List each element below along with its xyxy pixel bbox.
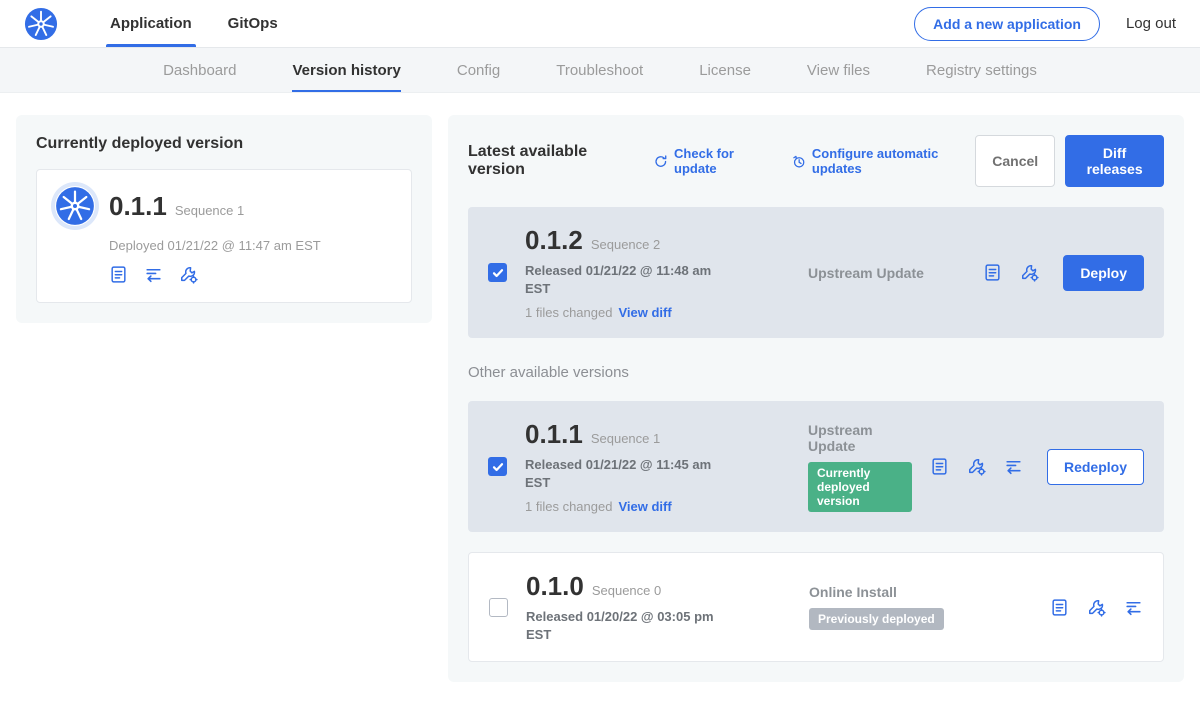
version-row-0-1-1: 0.1.1 Sequence 1 Released 01/21/22 @ 11:… — [468, 401, 1164, 532]
files-changed-label: 1 files changed — [525, 499, 612, 514]
tab-gitops-label: GitOps — [228, 15, 278, 32]
version-source-label: Upstream Update — [808, 265, 965, 281]
edit-config-icon[interactable] — [179, 265, 198, 284]
subnav-label-config: Config — [457, 62, 500, 79]
configure-automatic-updates-link[interactable]: Configure automatic updates — [792, 146, 975, 176]
kubernetes-version-icon — [55, 186, 95, 226]
check-icon — [492, 267, 504, 279]
version-row-0-1-0: 0.1.0 Sequence 0 Released 01/20/22 @ 03:… — [468, 552, 1164, 662]
view-diff-link[interactable]: View diff — [618, 499, 671, 514]
subnav-item-version-history[interactable]: Version history — [292, 48, 400, 92]
version-source-label: Upstream Update — [808, 422, 912, 454]
release-notes-icon[interactable] — [983, 263, 1002, 282]
version-number: 0.1.1 — [525, 419, 583, 450]
view-diff-icon[interactable] — [144, 265, 163, 284]
configure-automatic-updates-label: Configure automatic updates — [812, 146, 975, 176]
other-versions-title: Other available versions — [468, 364, 1164, 381]
deploy-button[interactable]: Deploy — [1063, 255, 1144, 291]
sequence-label: Sequence 0 — [592, 583, 661, 598]
subnav-label-view-files: View files — [807, 62, 870, 79]
subnav-item-view-files[interactable]: View files — [807, 48, 870, 92]
top-navbar: Application GitOps Add a new application… — [0, 0, 1200, 48]
version-checkbox-0-1-2[interactable] — [488, 263, 507, 282]
check-icon — [492, 461, 504, 473]
edit-config-icon[interactable] — [1020, 263, 1039, 282]
release-notes-icon[interactable] — [1050, 598, 1069, 617]
sequence-label: Sequence 1 — [591, 431, 660, 446]
subnav-label-license: License — [699, 62, 751, 79]
deployed-version-card: 0.1.1 Sequence 1 Deployed 01/21/22 @ 11:… — [36, 169, 412, 303]
latest-version-panel: Latest available version Check for updat… — [448, 115, 1184, 682]
diff-releases-button[interactable]: Diff releases — [1065, 135, 1164, 187]
released-timestamp: Released 01/21/22 @ 11:45 am EST — [525, 456, 720, 491]
latest-version-title: Latest available version — [468, 143, 632, 179]
edit-config-icon[interactable] — [1087, 598, 1106, 617]
view-diff-icon[interactable] — [1124, 598, 1143, 617]
version-checkbox-0-1-1[interactable] — [488, 457, 507, 476]
subnav-item-dashboard[interactable]: Dashboard — [163, 48, 236, 92]
subnav-label-dashboard: Dashboard — [163, 62, 236, 79]
check-for-update-label: Check for update — [674, 146, 770, 176]
add-new-application-button[interactable]: Add a new application — [914, 7, 1100, 41]
view-diff-link[interactable]: View diff — [618, 305, 671, 320]
subnav: Dashboard Version history Config Trouble… — [0, 48, 1200, 93]
released-timestamp: Released 01/21/22 @ 11:48 am EST — [525, 262, 720, 297]
currently-deployed-badge: Currently deployed version — [808, 462, 912, 512]
deployed-sequence-label: Sequence 1 — [175, 203, 244, 218]
release-notes-icon[interactable] — [109, 265, 128, 284]
sequence-label: Sequence 2 — [591, 237, 660, 252]
release-notes-icon[interactable] — [930, 457, 949, 476]
tab-gitops[interactable]: GitOps — [210, 0, 296, 47]
tab-application-label: Application — [110, 15, 192, 32]
subnav-item-troubleshoot[interactable]: Troubleshoot — [556, 48, 643, 92]
app-logo — [24, 0, 58, 47]
subnav-label-troubleshoot: Troubleshoot — [556, 62, 643, 79]
edit-config-icon[interactable] — [967, 457, 986, 476]
view-diff-icon[interactable] — [1004, 457, 1023, 476]
subnav-label-registry-settings: Registry settings — [926, 62, 1037, 79]
deployed-version-number: 0.1.1 — [109, 191, 167, 222]
check-for-update-link[interactable]: Check for update — [654, 146, 770, 176]
version-checkbox-0-1-0[interactable] — [489, 598, 508, 617]
subnav-item-config[interactable]: Config — [457, 48, 500, 92]
released-timestamp: Released 01/20/22 @ 03:05 pm EST — [526, 608, 721, 643]
logout-link[interactable]: Log out — [1126, 15, 1176, 32]
version-number: 0.1.0 — [526, 571, 584, 602]
currently-deployed-title: Currently deployed version — [36, 135, 412, 153]
kubernetes-logo-icon — [24, 7, 58, 41]
subnav-label-version-history: Version history — [292, 62, 400, 79]
previously-deployed-badge: Previously deployed — [809, 608, 944, 630]
tab-application[interactable]: Application — [92, 0, 210, 47]
refresh-icon — [654, 154, 668, 169]
subnav-item-license[interactable]: License — [699, 48, 751, 92]
files-changed-label: 1 files changed — [525, 305, 612, 320]
version-number: 0.1.2 — [525, 225, 583, 256]
currently-deployed-panel: Currently deployed version — [16, 115, 432, 323]
deployed-timestamp: Deployed 01/21/22 @ 11:47 am EST — [109, 238, 393, 253]
schedule-clock-icon — [792, 154, 806, 169]
version-source-label: Online Install — [809, 584, 1032, 600]
subnav-item-registry-settings[interactable]: Registry settings — [926, 48, 1037, 92]
cancel-button[interactable]: Cancel — [975, 135, 1055, 187]
redeploy-button[interactable]: Redeploy — [1047, 449, 1144, 485]
main-content: Currently deployed version — [0, 93, 1200, 704]
version-row-0-1-2: 0.1.2 Sequence 2 Released 01/21/22 @ 11:… — [468, 207, 1164, 338]
